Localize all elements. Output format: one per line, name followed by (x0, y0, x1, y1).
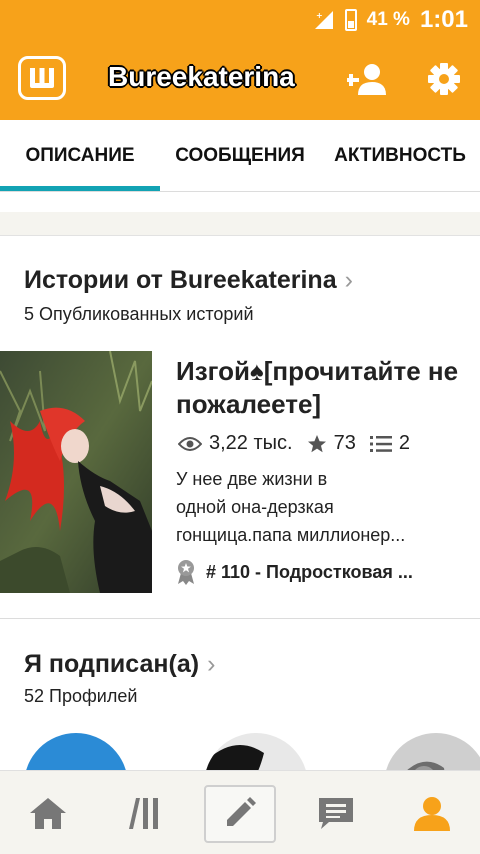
stories-count: 5 Опубликованных историй (24, 304, 254, 324)
rank-text: # 110 - Подростковая ... (206, 561, 413, 582)
status-bar: + 41 % 1:01 (0, 0, 480, 36)
star-icon (307, 434, 326, 452)
story-description: У нее две жизни в одной она-дерзкая гонщ… (176, 465, 454, 549)
eye-icon (178, 436, 202, 451)
views-count: 3,22 тыс. (209, 432, 293, 454)
description-line: гонщица.папа миллионер... (176, 525, 406, 545)
chevron-right-icon: › (344, 266, 353, 294)
bottom-navigation (0, 770, 480, 854)
following-header[interactable]: Я подписан(а) › (24, 650, 215, 679)
write-icon (227, 797, 256, 826)
wattpad-logo-icon[interactable] (18, 56, 66, 100)
description-line: одной она-дерзкая (176, 497, 334, 517)
svg-text:+: + (316, 11, 323, 20)
story-views: 3,22 тыс. (178, 432, 293, 455)
story-rank: # 110 - Подростковая ... (176, 559, 454, 585)
battery-percent: 41 % (366, 9, 410, 30)
tab-description[interactable]: ОПИСАНИЕ (0, 120, 160, 192)
nav-home[interactable] (0, 771, 96, 854)
stories-title: Истории от Bureekaterina (24, 266, 337, 294)
following-count: 52 Профилей (24, 686, 138, 706)
clock: 1:01 (419, 6, 468, 33)
battery-icon (344, 9, 357, 31)
profile-icon (414, 797, 450, 831)
following-title: Я подписан(а) (24, 650, 200, 678)
messages-icon (319, 798, 353, 829)
ribbon-badge-icon (178, 560, 194, 585)
parts-count: 2 (398, 432, 410, 454)
description-line: У нее две жизни в (176, 469, 328, 489)
active-tab-indicator (0, 186, 160, 191)
profile-tabs: ОПИСАНИЕ СООБЩЕНИЯ АКТИВНОСТЬ (0, 120, 480, 192)
nav-library[interactable] (96, 771, 192, 854)
section-divider (0, 618, 480, 619)
page-title: Bureekaterina (108, 61, 295, 92)
add-user-icon[interactable] (347, 62, 389, 96)
story-votes: 73 (307, 432, 356, 455)
chevron-right-icon: › (207, 650, 216, 678)
story-title[interactable]: Изгой♠[прочитайте не пожалеете] (176, 355, 466, 421)
nav-profile[interactable] (384, 771, 480, 854)
story-cover[interactable] (0, 351, 152, 593)
app-bar: Bureekaterina (0, 36, 480, 120)
votes-count: 73 (333, 432, 356, 454)
tab-messages[interactable]: СООБЩЕНИЯ (160, 120, 320, 192)
nav-messages[interactable] (288, 771, 384, 854)
library-icon (129, 798, 158, 829)
story-stats: 3,22 тыс. 73 2 (178, 432, 424, 455)
stories-header[interactable]: Истории от Bureekaterina › (24, 266, 353, 295)
signal-icon: + (314, 11, 333, 29)
gear-icon[interactable] (427, 62, 461, 96)
section-gap (0, 212, 480, 236)
tab-activity[interactable]: АКТИВНОСТЬ (320, 120, 480, 192)
home-icon (30, 798, 66, 829)
list-icon (369, 435, 392, 452)
story-parts: 2 (369, 432, 410, 455)
nav-write-icon-wrap (192, 771, 288, 854)
